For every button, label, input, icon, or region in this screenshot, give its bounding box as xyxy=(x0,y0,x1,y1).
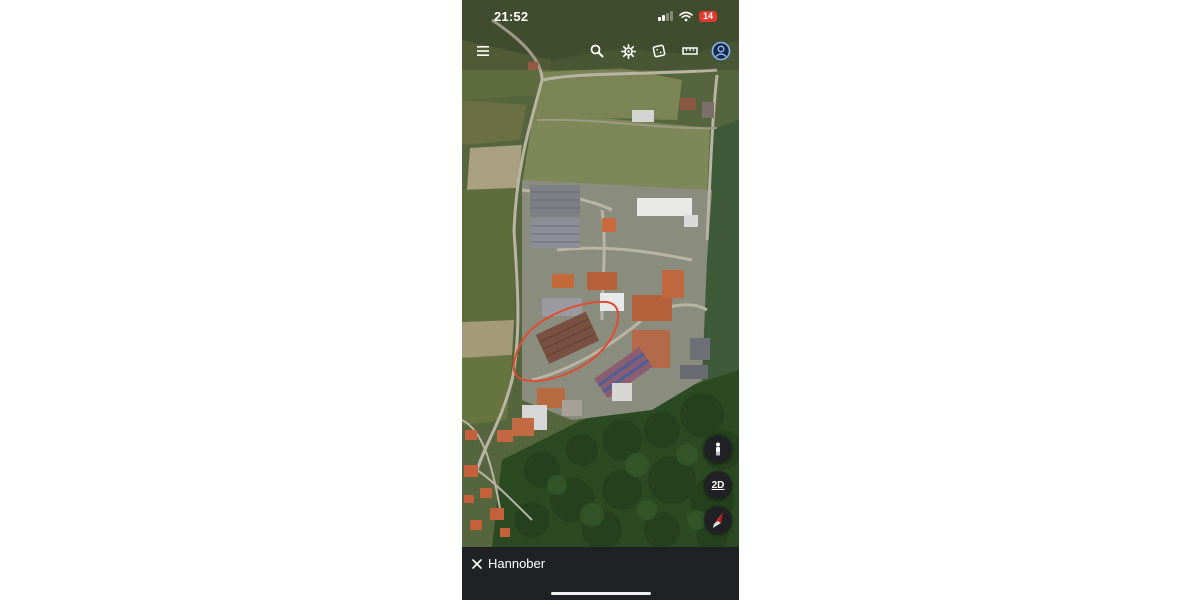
view-mode-2d-button[interactable]: 2D xyxy=(704,471,732,499)
place-bottom-bar: Hannober xyxy=(462,547,739,600)
phone-screen: 21:52 14 2D Hannober xyxy=(462,0,739,600)
satellite-imagery xyxy=(462,0,739,547)
voyager-icon[interactable] xyxy=(615,38,641,64)
menu-icon[interactable] xyxy=(470,38,496,64)
place-name[interactable]: Hannober xyxy=(488,555,545,573)
measure-ruler-icon[interactable] xyxy=(677,38,703,64)
compass-icon[interactable] xyxy=(704,506,732,534)
status-indicators: 14 xyxy=(658,9,717,23)
status-time: 21:52 xyxy=(494,9,529,24)
close-icon[interactable] xyxy=(468,555,486,573)
home-indicator[interactable] xyxy=(551,592,651,595)
pegman-icon[interactable] xyxy=(704,435,732,463)
feeling-lucky-dice-icon[interactable] xyxy=(646,38,672,64)
cellular-signal-icon xyxy=(658,11,673,21)
top-toolbar xyxy=(462,38,739,64)
search-icon[interactable] xyxy=(584,38,610,64)
satellite-map[interactable] xyxy=(462,0,739,547)
status-bar: 21:52 14 xyxy=(462,0,739,32)
wifi-icon xyxy=(679,11,693,21)
account-icon[interactable] xyxy=(708,38,734,64)
battery-indicator: 14 xyxy=(698,10,717,22)
